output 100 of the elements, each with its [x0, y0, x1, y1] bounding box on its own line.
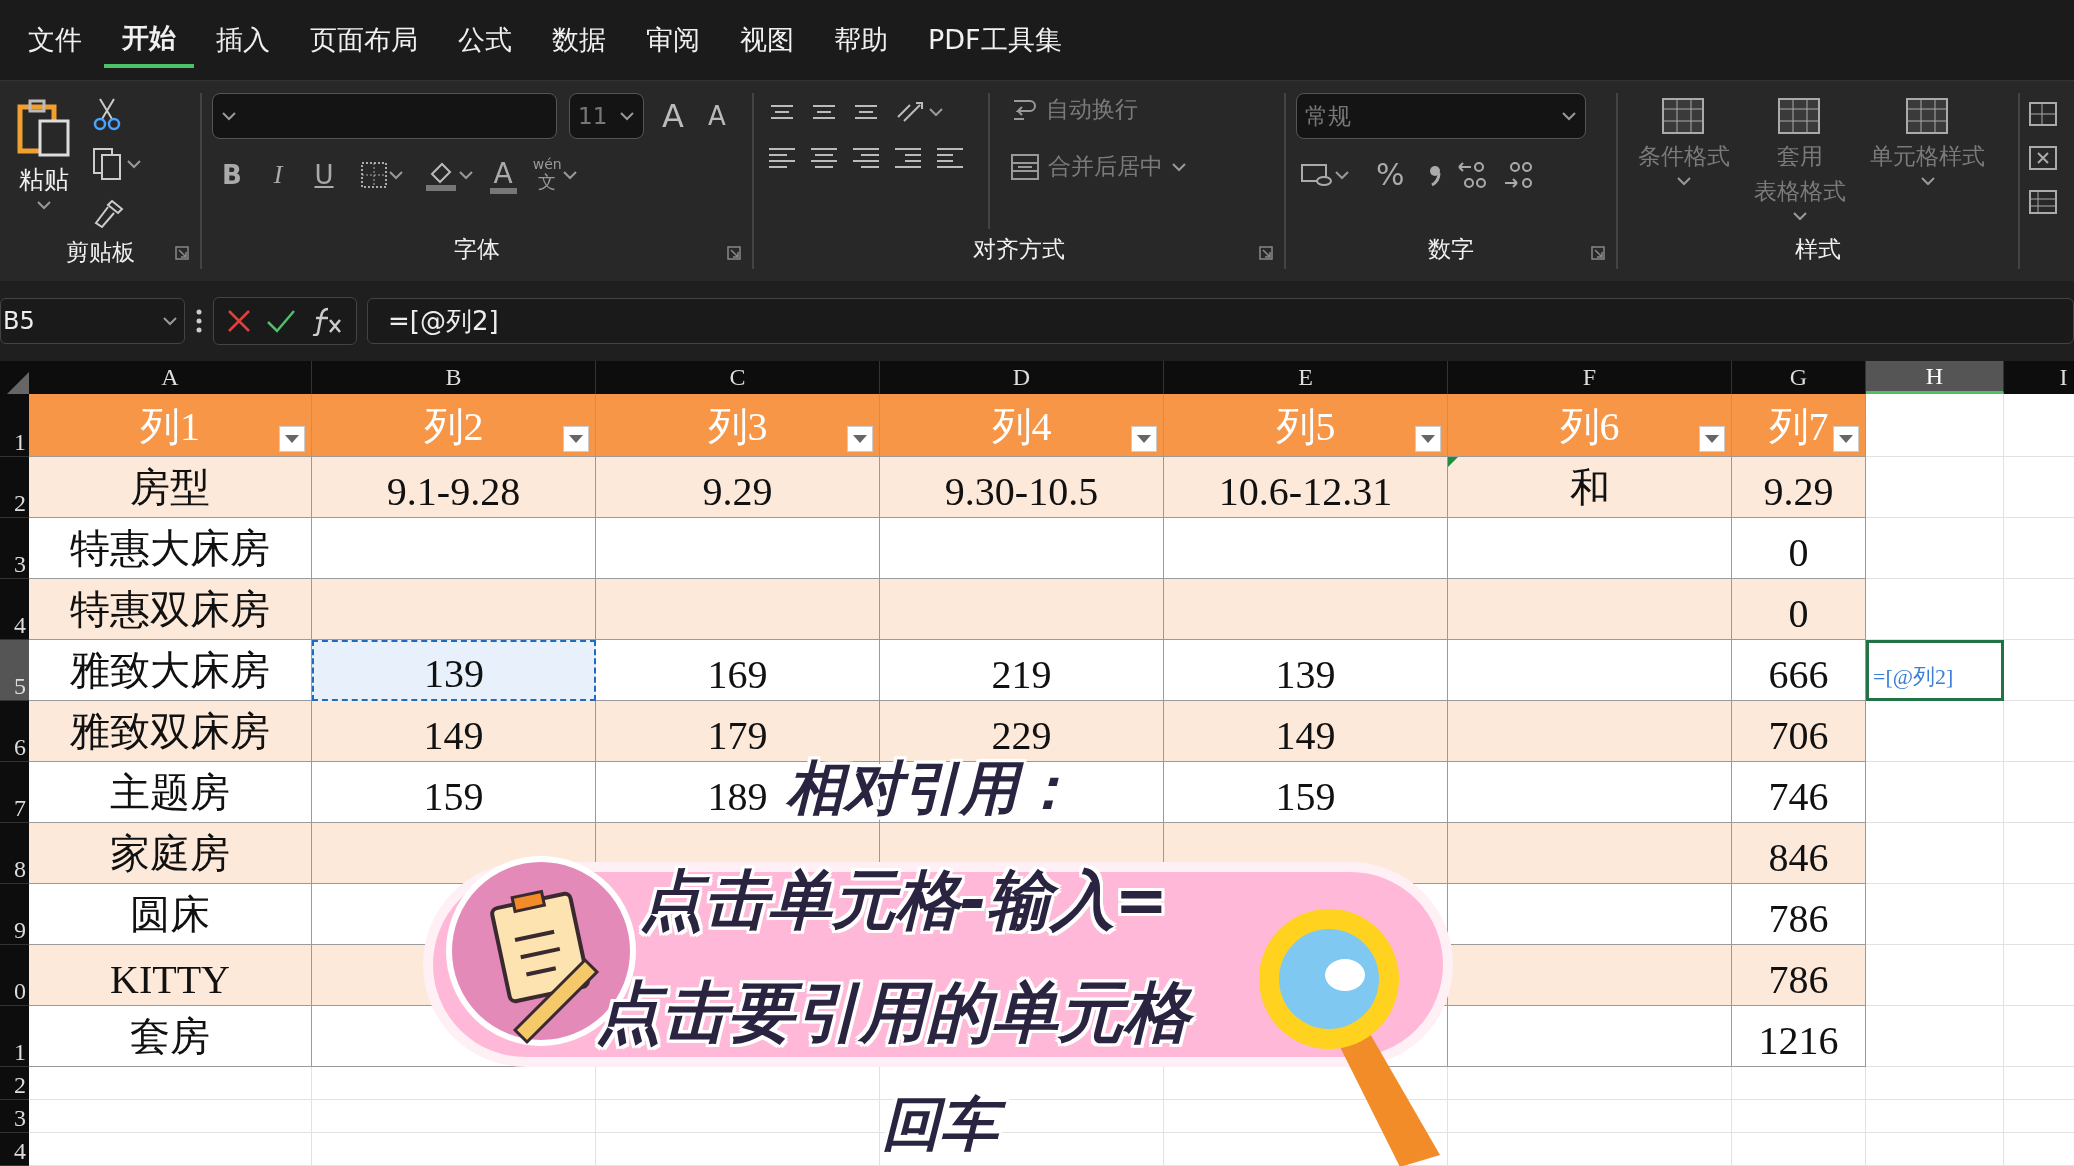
chevron-down-icon: [162, 316, 178, 326]
cell-text: 169: [707, 651, 768, 698]
menu-tab[interactable]: 公式: [440, 14, 530, 66]
cell-text: 9.29: [1763, 468, 1834, 515]
triangle-down-icon: [285, 435, 299, 443]
row-header[interactable]: 3: [0, 518, 29, 579]
row-header[interactable]: 1: [0, 394, 29, 457]
caption-text: 点击单元格-输入=: [639, 862, 1170, 939]
row-header[interactable]: 2: [0, 1067, 29, 1100]
column-header[interactable]: H: [1866, 361, 2004, 394]
phonetic-button[interactable]: wén 文: [528, 153, 582, 197]
filter-button[interactable]: [279, 426, 305, 452]
filter-button[interactable]: [1699, 426, 1725, 452]
paste-button[interactable]: 粘贴: [10, 93, 78, 235]
insert-cells-icon[interactable]: [2028, 101, 2058, 127]
caption-text: 回车: [878, 1088, 1010, 1161]
cell-text: 9.29: [702, 468, 773, 515]
row-header[interactable]: 3: [0, 1100, 29, 1133]
filter-button[interactable]: [563, 426, 589, 452]
chevron-down-icon: [1919, 176, 1936, 186]
group-label: 剪贴板: [65, 237, 135, 267]
cell-text: 9.30-10.5: [944, 468, 1099, 515]
filter-button[interactable]: [1833, 426, 1859, 452]
cell-text: 主题房: [110, 769, 230, 817]
row-header[interactable]: 2: [0, 457, 29, 518]
bold-button[interactable]: B: [212, 155, 252, 194]
align-top-icon: [768, 104, 796, 120]
more-options-icon[interactable]: [195, 308, 203, 334]
menu-tab[interactable]: 开始: [104, 12, 194, 68]
menu-tab[interactable]: 数据: [534, 14, 624, 66]
check-icon[interactable]: [266, 308, 296, 334]
row-header[interactable]: 6: [0, 701, 29, 762]
delete-cells-icon[interactable]: [2028, 145, 2058, 171]
chevron-down-icon: [561, 169, 578, 180]
formula-field[interactable]: =[@列2]: [367, 298, 2074, 344]
cell-text: 666: [1768, 651, 1829, 698]
menu-tab[interactable]: 审阅: [628, 14, 718, 66]
triangle-down-icon: [1137, 435, 1151, 443]
menu-tab[interactable]: 视图: [722, 14, 812, 66]
row-header[interactable]: 1: [0, 1006, 29, 1067]
insert-function-icon[interactable]: [310, 306, 344, 336]
row-header[interactable]: 7: [0, 762, 29, 823]
row-header[interactable]: 4: [0, 1133, 29, 1166]
cell-text: 1216: [1758, 1017, 1839, 1064]
percent-button[interactable]: %: [1366, 153, 1415, 196]
cancel-icon[interactable]: [226, 308, 252, 334]
menu-tab[interactable]: 帮助: [816, 14, 906, 66]
cell-text: 149: [423, 712, 484, 759]
copied-cell[interactable]: 139: [312, 640, 596, 701]
merge-cells-icon: [1010, 152, 1040, 181]
triangle-down-icon: [1421, 435, 1435, 443]
cell-text: 特惠大床房: [70, 525, 270, 573]
cell-text: 家庭房: [110, 830, 230, 878]
row-header[interactable]: 9: [0, 884, 29, 945]
italic-button[interactable]: I: [263, 155, 293, 194]
row-header[interactable]: 0: [0, 945, 29, 1006]
caption-text: 点击要引用的单元格: [592, 972, 1202, 1055]
triangle-down-icon: [1705, 435, 1719, 443]
font-size-dropdown[interactable]: 11: [569, 93, 644, 139]
format-cells-icon[interactable]: [2028, 189, 2058, 215]
column-title: 列2: [423, 403, 484, 451]
cell-editor[interactable]: =[@列2]: [1866, 640, 2004, 701]
dialog-launcher-icon[interactable]: [174, 245, 190, 261]
menu-tab[interactable]: 文件: [10, 14, 100, 66]
chevron-down-icon: [928, 107, 944, 117]
chevron-down-icon: [387, 169, 404, 180]
cell-text: 0: [1788, 529, 1809, 576]
cell-text: 9.1-9.28: [386, 468, 521, 515]
menu-tab[interactable]: 插入: [198, 14, 288, 66]
dialog-launcher-icon[interactable]: [1258, 245, 1274, 261]
dialog-launcher-icon[interactable]: [726, 245, 742, 261]
font-color-button[interactable]: A: [489, 155, 517, 194]
cell-text: 786: [1768, 895, 1829, 942]
shrink-font-button[interactable]: A: [701, 99, 732, 133]
brush-icon: [92, 197, 126, 231]
filter-button[interactable]: [847, 426, 873, 452]
table-grid-icon: [1661, 97, 1707, 137]
cell-text: 圆床: [130, 891, 210, 939]
cell-text: 特惠双床房: [70, 586, 270, 634]
menu-tab[interactable]: PDF工具集: [910, 14, 1080, 66]
grow-font-button[interactable]: A: [656, 95, 690, 137]
name-box[interactable]: B5: [0, 298, 185, 344]
row-header[interactable]: 8: [0, 823, 29, 884]
dialog-launcher-icon[interactable]: [1590, 245, 1606, 261]
row-header[interactable]: 5: [0, 640, 29, 701]
menu-tab[interactable]: 页面布局: [292, 14, 436, 66]
cell-text: 0: [1788, 590, 1809, 637]
cell-text: 雅致双床房: [70, 708, 270, 756]
cell-text: 159: [423, 773, 484, 820]
font-name-dropdown[interactable]: [212, 93, 557, 139]
underline-button[interactable]: U: [304, 155, 344, 194]
column-title: 列5: [1275, 403, 1336, 451]
cell-text: 159: [1275, 773, 1336, 820]
column-header[interactable]: I: [2004, 361, 2074, 394]
filter-button[interactable]: [1131, 426, 1157, 452]
scissors-icon: [92, 97, 122, 131]
cell-text: 10.6-12.31: [1218, 468, 1393, 515]
filter-button[interactable]: [1415, 426, 1441, 452]
cell-text: 雅致大床房: [70, 647, 270, 695]
row-header[interactable]: 4: [0, 579, 29, 640]
